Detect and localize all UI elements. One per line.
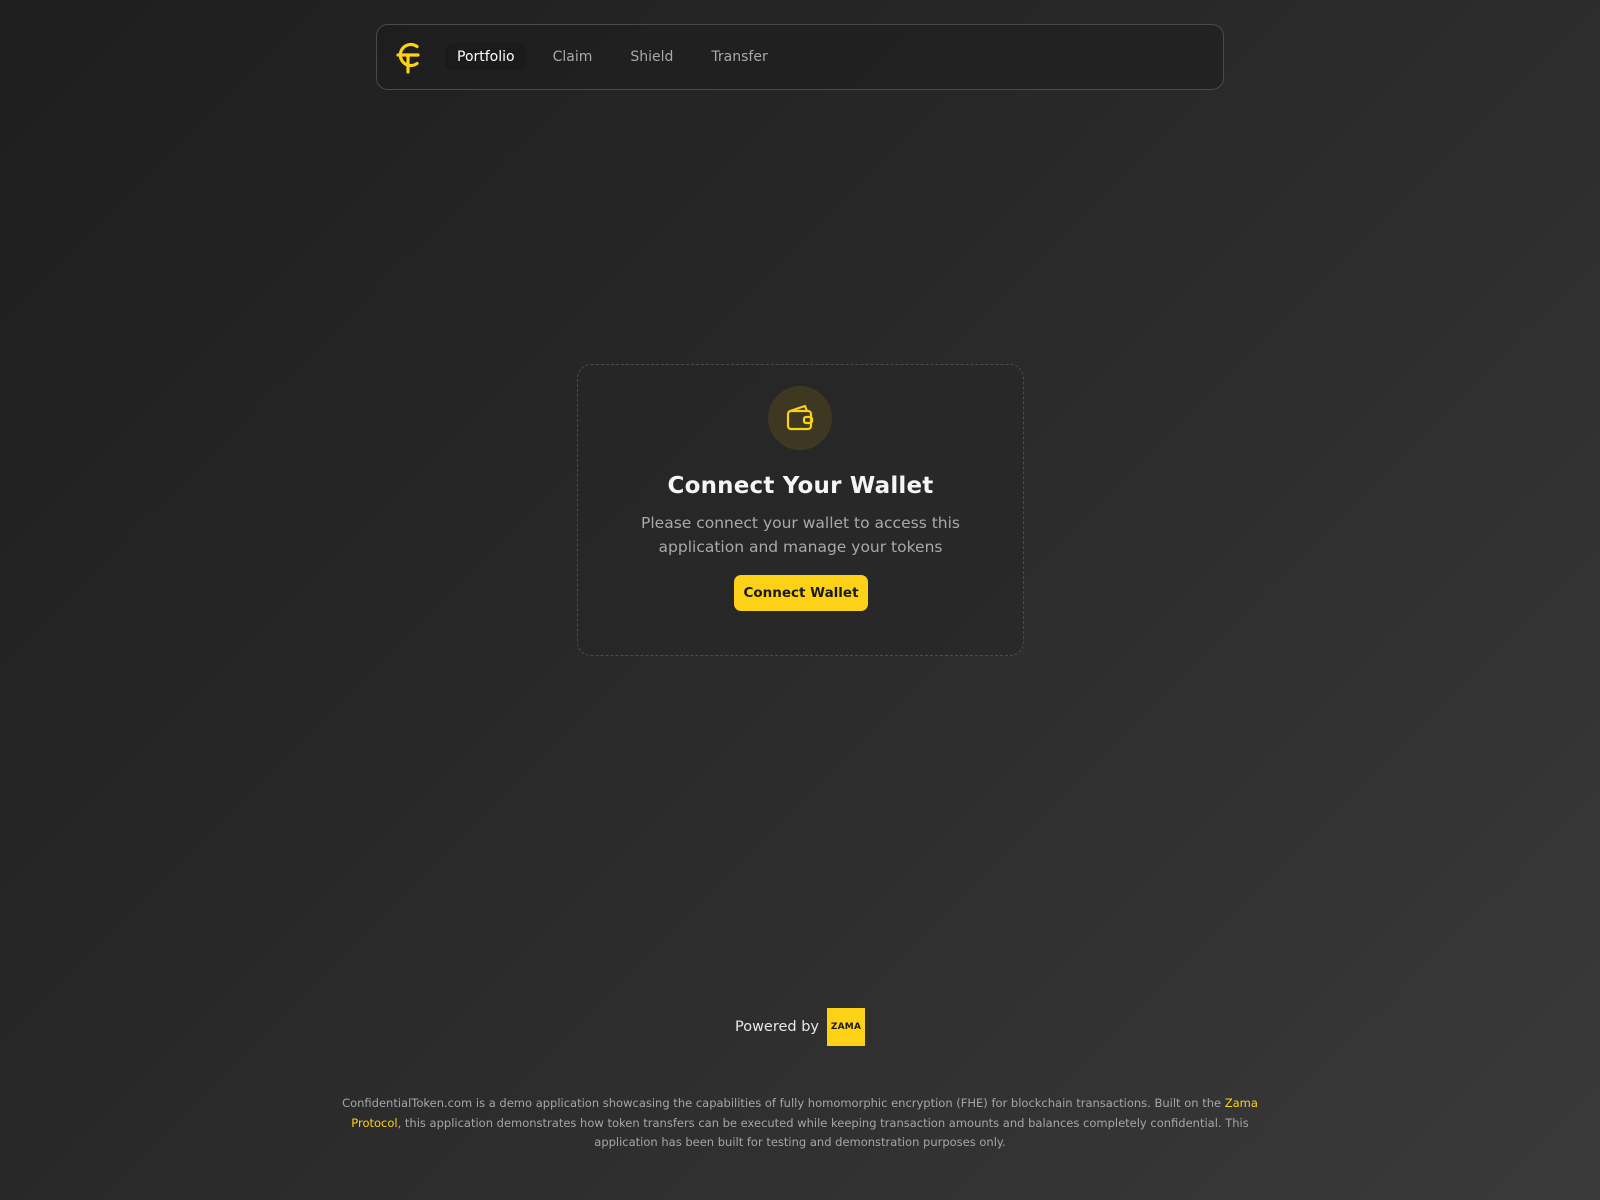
nav-item-transfer[interactable]: Transfer bbox=[699, 43, 779, 71]
powered-by-label: Powered by bbox=[734, 1019, 820, 1035]
zama-logo[interactable]: ZAMA bbox=[827, 1008, 866, 1046]
connect-wallet-card: Connect Your Wallet Please connect your … bbox=[577, 364, 1024, 656]
connect-wallet-description: Please connect your wallet to access thi… bbox=[641, 514, 960, 556]
confidential-token-logo-icon[interactable] bbox=[393, 39, 423, 75]
nav-item-claim[interactable]: Claim bbox=[541, 43, 605, 71]
powered-by: Powered by ZAMA bbox=[0, 1008, 1600, 1046]
connect-wallet-title: Connect Your Wallet bbox=[667, 473, 934, 499]
footer-disclaimer: ConfidentialToken.com is a demo applicat… bbox=[340, 1094, 1260, 1153]
main-nav: Portfolio Claim Shield Transfer bbox=[445, 43, 780, 71]
footer-text-after: , this application demonstrates how toke… bbox=[397, 1115, 1249, 1150]
wallet-icon bbox=[786, 404, 814, 431]
wallet-icon-badge bbox=[768, 386, 832, 450]
nav-item-shield[interactable]: Shield bbox=[618, 43, 685, 71]
nav-item-portfolio[interactable]: Portfolio bbox=[445, 43, 527, 71]
footer-text-before: ConfidentialToken.com is a demo applicat… bbox=[342, 1096, 1225, 1110]
top-navigation-bar: Portfolio Claim Shield Transfer bbox=[376, 24, 1224, 90]
connect-wallet-button[interactable]: Connect Wallet bbox=[734, 575, 868, 611]
